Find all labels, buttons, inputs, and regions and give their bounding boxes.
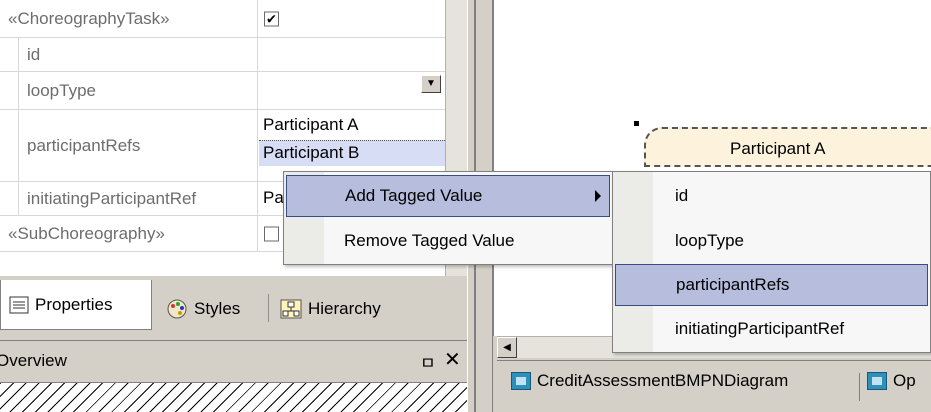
diagram-icon (511, 372, 531, 390)
checkbox-unchecked[interactable] (264, 226, 279, 241)
property-name: «ChoreographyTask» (0, 0, 258, 37)
tab-hierarchy[interactable]: Hierarchy (272, 286, 389, 332)
property-row-looptype[interactable]: loopType ▼ (0, 72, 445, 110)
property-name: loopType (18, 72, 258, 109)
document-tab-bar: CreditAssessmentBMPNDiagram Op (497, 360, 931, 412)
participant-label: Participant A (730, 139, 826, 158)
property-value[interactable]: ✔ (259, 0, 445, 37)
submenu-item-participantrefs[interactable]: participantRefs (615, 264, 928, 306)
overview-title: Overview (0, 351, 67, 370)
submenu-item-looptype[interactable]: loopType (615, 220, 928, 262)
property-name: id (18, 38, 258, 71)
tab-properties[interactable]: Properties (0, 280, 152, 330)
checkbox-checked[interactable]: ✔ (264, 11, 279, 26)
tagged-value-submenu: id loopType participantRefs initiatingPa… (612, 171, 931, 353)
pin-icon[interactable]: ㅁ (420, 349, 436, 374)
overview-canvas[interactable] (0, 382, 467, 412)
tab-separator (859, 373, 860, 401)
hierarchy-icon (280, 299, 302, 319)
participant-band[interactable]: Participant A (644, 127, 931, 167)
participant-ref-b-selected[interactable]: Participant B (259, 140, 445, 166)
participant-ref-a[interactable]: Participant A (263, 115, 358, 135)
property-row-choreography-task[interactable]: «ChoreographyTask» ✔ (0, 0, 445, 38)
dropdown-arrow-icon[interactable]: ▼ (421, 75, 441, 93)
panel-tab-bar: Properties Styles Hierarchy (0, 280, 467, 336)
submenu-item-initiatingparticipantref[interactable]: initiatingParticipantRef (615, 308, 928, 350)
selection-handle[interactable] (634, 121, 639, 126)
palette-icon (167, 299, 187, 319)
close-icon[interactable]: ✕ (444, 347, 461, 372)
property-name: participantRefs (18, 110, 258, 181)
properties-icon (9, 296, 29, 313)
property-value[interactable] (259, 38, 445, 71)
context-menu: Add Tagged Value Remove Tagged Value (283, 171, 613, 265)
tab-credit-assessment-diagram[interactable]: CreditAssessmentBMPNDiagram (511, 371, 788, 391)
overview-header: Overview ㅁ ✕ (0, 340, 467, 380)
property-name: initiatingParticipantRef (18, 182, 258, 215)
menu-item-remove-tagged-value[interactable]: Remove Tagged Value (286, 220, 610, 262)
property-row-id[interactable]: id (0, 38, 445, 72)
diagram-icon (867, 372, 887, 390)
tab-styles[interactable]: Styles (158, 286, 248, 332)
property-name: «SubChoreography» (0, 216, 258, 251)
menu-item-add-tagged-value[interactable]: Add Tagged Value (286, 175, 610, 217)
submenu-item-id[interactable]: id (615, 175, 928, 217)
scroll-left-arrow-icon[interactable]: ◀ (497, 337, 517, 358)
tab-separator (268, 294, 269, 322)
tab-other-diagram[interactable]: Op (867, 371, 916, 391)
submenu-arrow-icon (595, 190, 601, 202)
property-value[interactable]: ▼ (259, 72, 445, 109)
